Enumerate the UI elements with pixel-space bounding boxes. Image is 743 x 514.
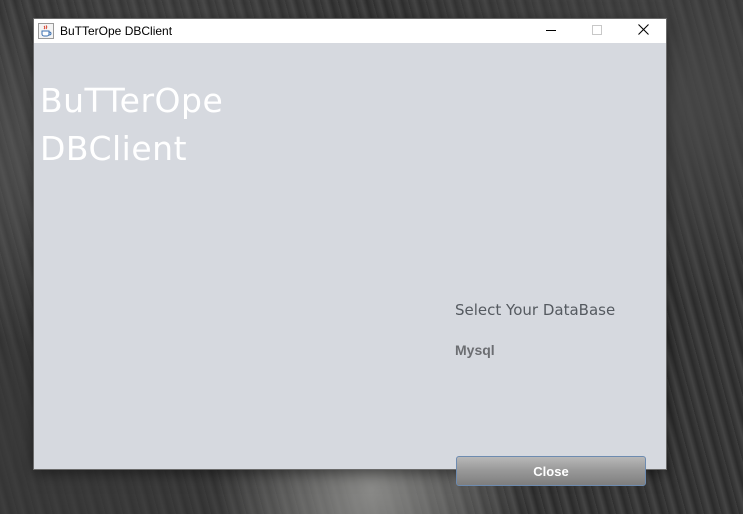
maximize-button[interactable] [574,19,620,43]
select-database-label: Select Your DataBase [455,301,616,319]
app-title-line-1: BuTTerOpe [40,81,224,120]
title-bar[interactable]: BuTTerOpe DBClient [34,19,666,43]
main-panel: BuTTerOpe DBClient Select Your DataBase … [34,43,666,486]
close-button[interactable]: Close [456,456,646,486]
java-cup-icon [38,23,54,39]
close-window-button[interactable] [620,19,666,43]
app-title-line-2: DBClient [40,129,188,168]
window-title: BuTTerOpe DBClient [60,24,173,38]
app-title: BuTTerOpe DBClient [40,77,223,173]
window-controls [528,19,666,43]
minimize-button[interactable] [528,19,574,43]
maximize-icon [592,22,602,40]
close-icon [637,22,649,40]
minimize-icon [546,22,556,40]
app-window: BuTTerOpe DBClient BuTTerOpe DBClient Se… [34,19,666,486]
database-option-mysql[interactable]: Mysql [455,342,495,358]
